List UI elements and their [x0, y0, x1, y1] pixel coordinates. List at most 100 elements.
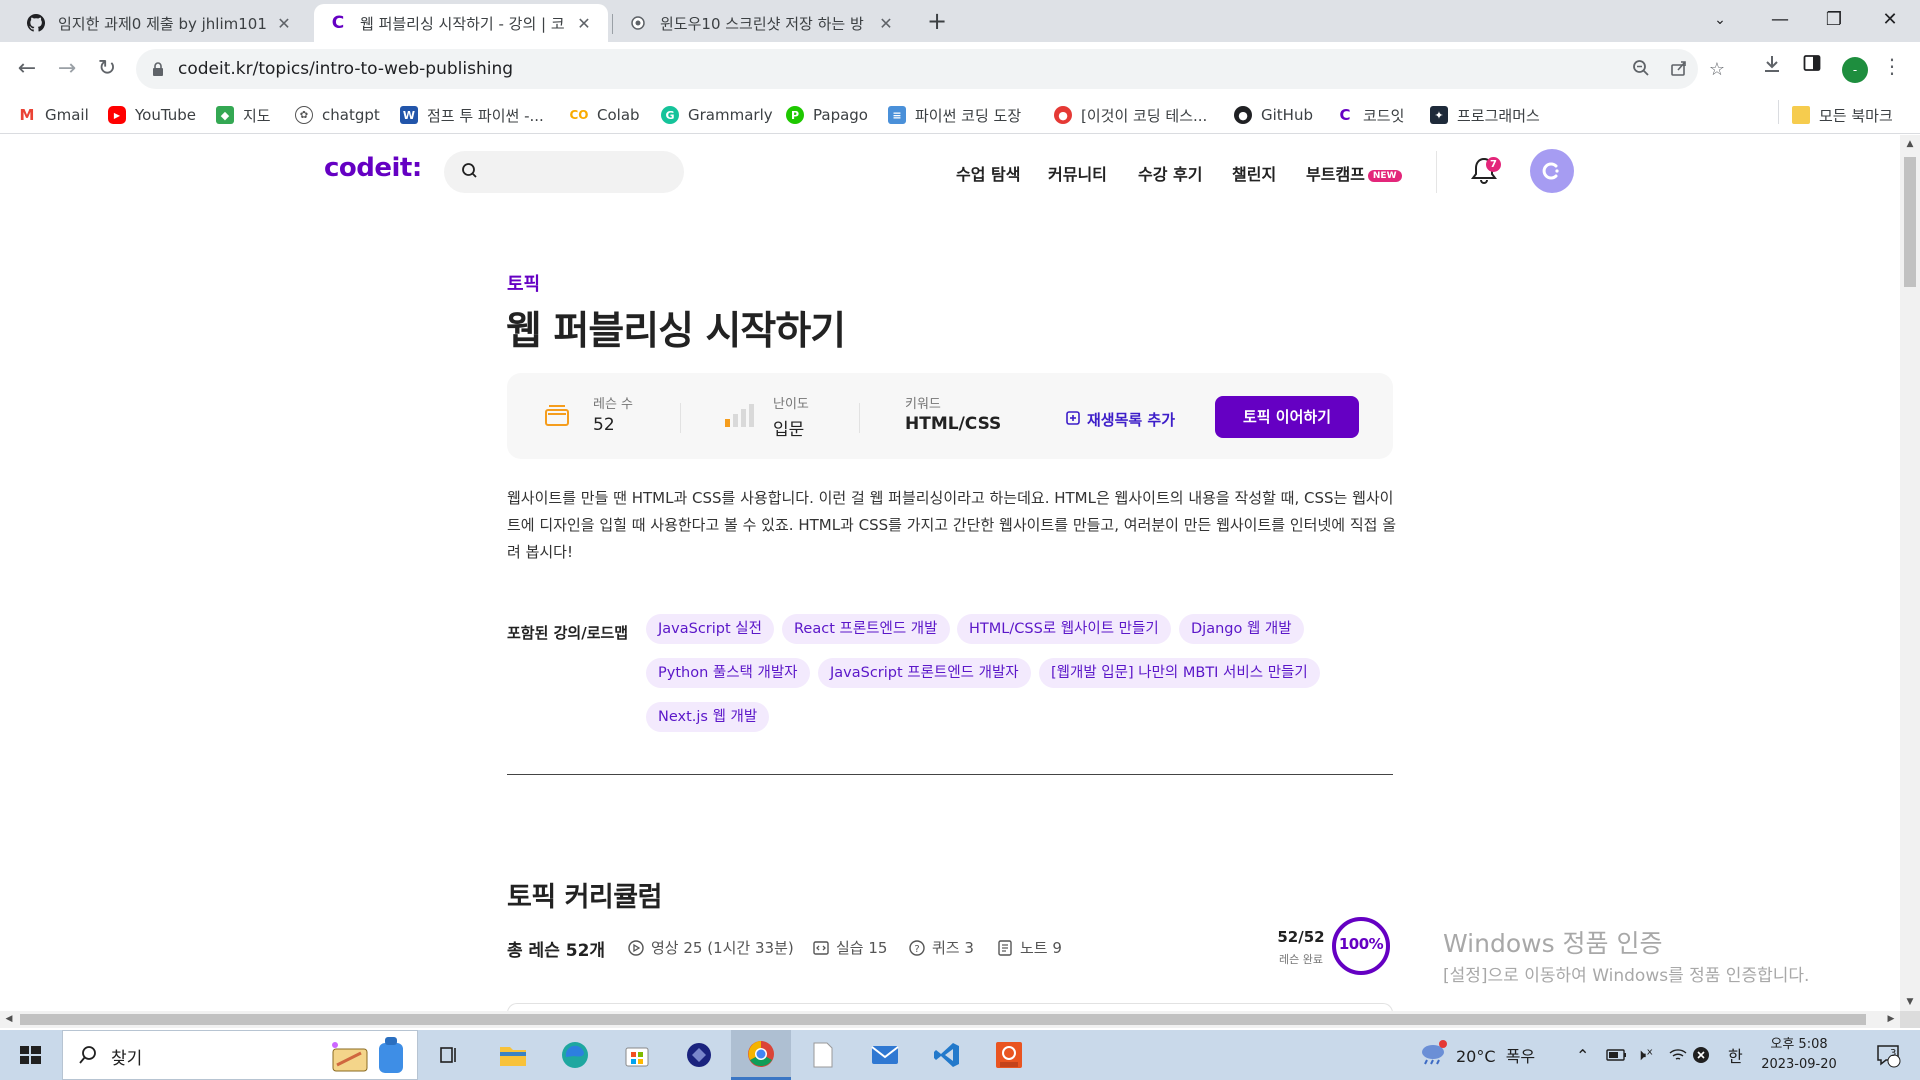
nav-community[interactable]: 커뮤니티 — [1048, 161, 1107, 185]
tab-windows-screenshot[interactable]: 윈도우10 스크린샷 저장 하는 방 ✕ — [614, 4, 910, 42]
edge-icon[interactable] — [545, 1030, 605, 1080]
ime-indicator[interactable]: 한 — [1728, 1030, 1743, 1080]
scroll-up-arrow[interactable]: ▲ — [1900, 135, 1920, 153]
browser-toolbar: ← → ↻ codeit.kr/topics/intro-to-web-publ… — [0, 42, 1920, 96]
address-bar[interactable]: codeit.kr/topics/intro-to-web-publishing… — [136, 49, 1725, 89]
all-bookmarks-folder[interactable]: 모든 북마크 — [1792, 104, 1893, 126]
close-icon[interactable]: ✕ — [574, 14, 594, 33]
codeit-icon: C — [331, 13, 345, 33]
meta-practice: 실습 15 — [812, 937, 887, 958]
forward-button[interactable]: → — [50, 52, 84, 86]
maps-icon: ◆ — [216, 106, 234, 124]
bookmark-coding-test[interactable]: ● [이것이 코딩 테스... — [1054, 104, 1207, 126]
scroll-thumb[interactable] — [1904, 157, 1916, 287]
vscode-icon[interactable] — [917, 1030, 977, 1080]
back-button[interactable]: ← — [10, 52, 44, 86]
bookmark-gmail[interactable]: M Gmail — [18, 104, 89, 126]
bookmark-github[interactable]: ● GitHub — [1234, 104, 1313, 126]
bookmark-jump-to-python[interactable]: W 점프 투 파이썬 -... — [400, 104, 544, 126]
new-tab-button[interactable]: + — [922, 6, 952, 36]
tab-search-button[interactable]: ⌄ — [1692, 0, 1748, 42]
file-explorer-icon[interactable] — [483, 1030, 543, 1080]
taskbar-search-input[interactable]: 찾기 — [62, 1030, 418, 1080]
weather-widget[interactable]: 20°C 폭우 — [1418, 1030, 1535, 1080]
scroll-thumb[interactable] — [20, 1014, 1866, 1025]
notepad-icon[interactable] — [793, 1030, 853, 1080]
tab-title: 웹 퍼블리싱 시작하기 - 강의 | 코 — [360, 14, 565, 33]
mail-icon[interactable] — [855, 1030, 915, 1080]
bookmark-maps[interactable]: ◆ 지도 — [216, 104, 271, 126]
difficulty-bar — [749, 404, 754, 427]
bookmark-chatgpt[interactable]: ✿ chatgpt — [295, 104, 380, 126]
bookmark-python-dojang[interactable]: ≡ 파이썬 코딩 도장 — [888, 104, 1021, 126]
windows-activation-hint: [설정]으로 이동하여 Windows를 정품 인증합니다. — [1443, 966, 1810, 986]
nav-challenge[interactable]: 챌린지 — [1232, 161, 1276, 185]
github-icon — [26, 13, 46, 33]
scroll-right-arrow[interactable]: ▶ — [1882, 1011, 1900, 1028]
download-icon[interactable] — [1760, 54, 1784, 78]
tray-overflow-icon[interactable]: ⌃ — [1576, 1030, 1589, 1080]
codeit-logo[interactable]: codeit: — [324, 153, 422, 183]
game-app-icon[interactable] — [669, 1030, 729, 1080]
chrome-icon[interactable] — [731, 1030, 791, 1080]
user-avatar[interactable] — [1530, 149, 1574, 193]
nav-bootcamp[interactable]: 부트캠프 NEW — [1306, 161, 1402, 185]
minimize-button[interactable]: — — [1752, 0, 1808, 42]
taskbar-clock[interactable]: 오후 5:08 2023-09-20 — [1748, 1035, 1850, 1075]
roadmap-chip[interactable]: React 프론트엔드 개발 — [782, 614, 950, 644]
volume-muted-icon[interactable]: 🕨ˣ — [1636, 1030, 1653, 1080]
close-icon[interactable]: ✕ — [876, 14, 896, 33]
roadmap-chip[interactable]: HTML/CSS로 웹사이트 만들기 — [957, 614, 1171, 644]
included-roadmaps-label: 포함된 강의/로드맵 — [507, 624, 629, 642]
continue-topic-button[interactable]: 토픽 이어하기 — [1215, 396, 1359, 438]
scroll-down-arrow[interactable]: ▼ — [1900, 993, 1920, 1011]
bookmark-label: Gmail — [45, 106, 89, 124]
profile-avatar[interactable]: - — [1842, 57, 1868, 83]
scroll-left-arrow[interactable]: ◀ — [0, 1011, 18, 1028]
action-center-icon[interactable]: 3 — [1874, 1030, 1902, 1080]
reload-button[interactable]: ↻ — [90, 52, 124, 86]
ubuntu-icon[interactable] — [979, 1030, 1039, 1080]
task-view-button[interactable] — [418, 1030, 478, 1080]
bookmark-codeit[interactable]: C 코드잇 — [1336, 104, 1404, 126]
roadmap-chip[interactable]: Next.js 웹 개발 — [646, 702, 770, 732]
horizontal-scrollbar[interactable]: ◀ ▶ — [0, 1011, 1900, 1028]
microsoft-store-icon[interactable] — [607, 1030, 667, 1080]
vertical-scrollbar[interactable]: ▲ ▼ — [1900, 135, 1920, 1011]
colab-icon: CO — [569, 106, 589, 124]
bookmark-grammarly[interactable]: G Grammarly — [661, 104, 773, 126]
site-search-input[interactable] — [444, 151, 684, 193]
roadmap-chip[interactable]: JavaScript 실전 — [646, 614, 774, 644]
nav-explore-courses[interactable]: 수업 탐색 — [956, 161, 1020, 185]
bookmark-colab[interactable]: CO Colab — [570, 104, 640, 126]
roadmap-chip[interactable]: [웹개발 입문] 나만의 MBTI 서비스 만들기 — [1039, 658, 1320, 688]
start-button[interactable] — [0, 1030, 60, 1080]
add-to-playlist-button[interactable]: 재생목록 추가 — [1066, 409, 1175, 430]
close-icon[interactable]: ✕ — [274, 14, 294, 33]
side-panel-icon[interactable] — [1800, 54, 1824, 78]
difficulty-bars-icon — [723, 401, 755, 433]
network-error-icon[interactable] — [1692, 1030, 1710, 1080]
nav-reviews[interactable]: 수강 후기 — [1138, 161, 1202, 185]
meta-label: 영상 25 (1시간 33분) — [651, 939, 794, 957]
page-title: 웹 퍼블리싱 시작하기 — [506, 309, 846, 354]
bookmark-youtube[interactable]: ▶ YouTube — [108, 104, 196, 126]
wikidocs-icon: W — [400, 106, 418, 124]
more-menu-icon[interactable]: ⋮ — [1880, 54, 1904, 78]
battery-icon[interactable] — [1606, 1030, 1628, 1080]
bookmark-programmers[interactable]: ✦ 프로그래머스 — [1430, 104, 1540, 126]
bookmark-papago[interactable]: P Papago — [786, 104, 868, 126]
zoom-icon[interactable] — [1630, 59, 1652, 81]
bookmark-label: GitHub — [1261, 106, 1313, 124]
restore-button[interactable]: ❐ — [1806, 0, 1862, 42]
wifi-icon[interactable] — [1668, 1030, 1688, 1080]
roadmap-chip[interactable]: Python 풀스택 개발자 — [646, 658, 810, 688]
note-icon — [996, 939, 1014, 957]
close-window-button[interactable]: ✕ — [1862, 0, 1918, 42]
bookmark-star-icon[interactable]: ☆ — [1706, 59, 1728, 81]
share-icon[interactable] — [1668, 59, 1690, 81]
roadmap-chip[interactable]: Django 웹 개발 — [1179, 614, 1304, 644]
tab-github-assignment[interactable]: 임지한 과제0 제출 by jhlim101 · ✕ — [12, 4, 308, 42]
tab-codeit-topic[interactable]: C 웹 퍼블리싱 시작하기 - 강의 | 코 ✕ — [314, 4, 608, 42]
roadmap-chip[interactable]: JavaScript 프론트엔드 개발자 — [818, 658, 1031, 688]
